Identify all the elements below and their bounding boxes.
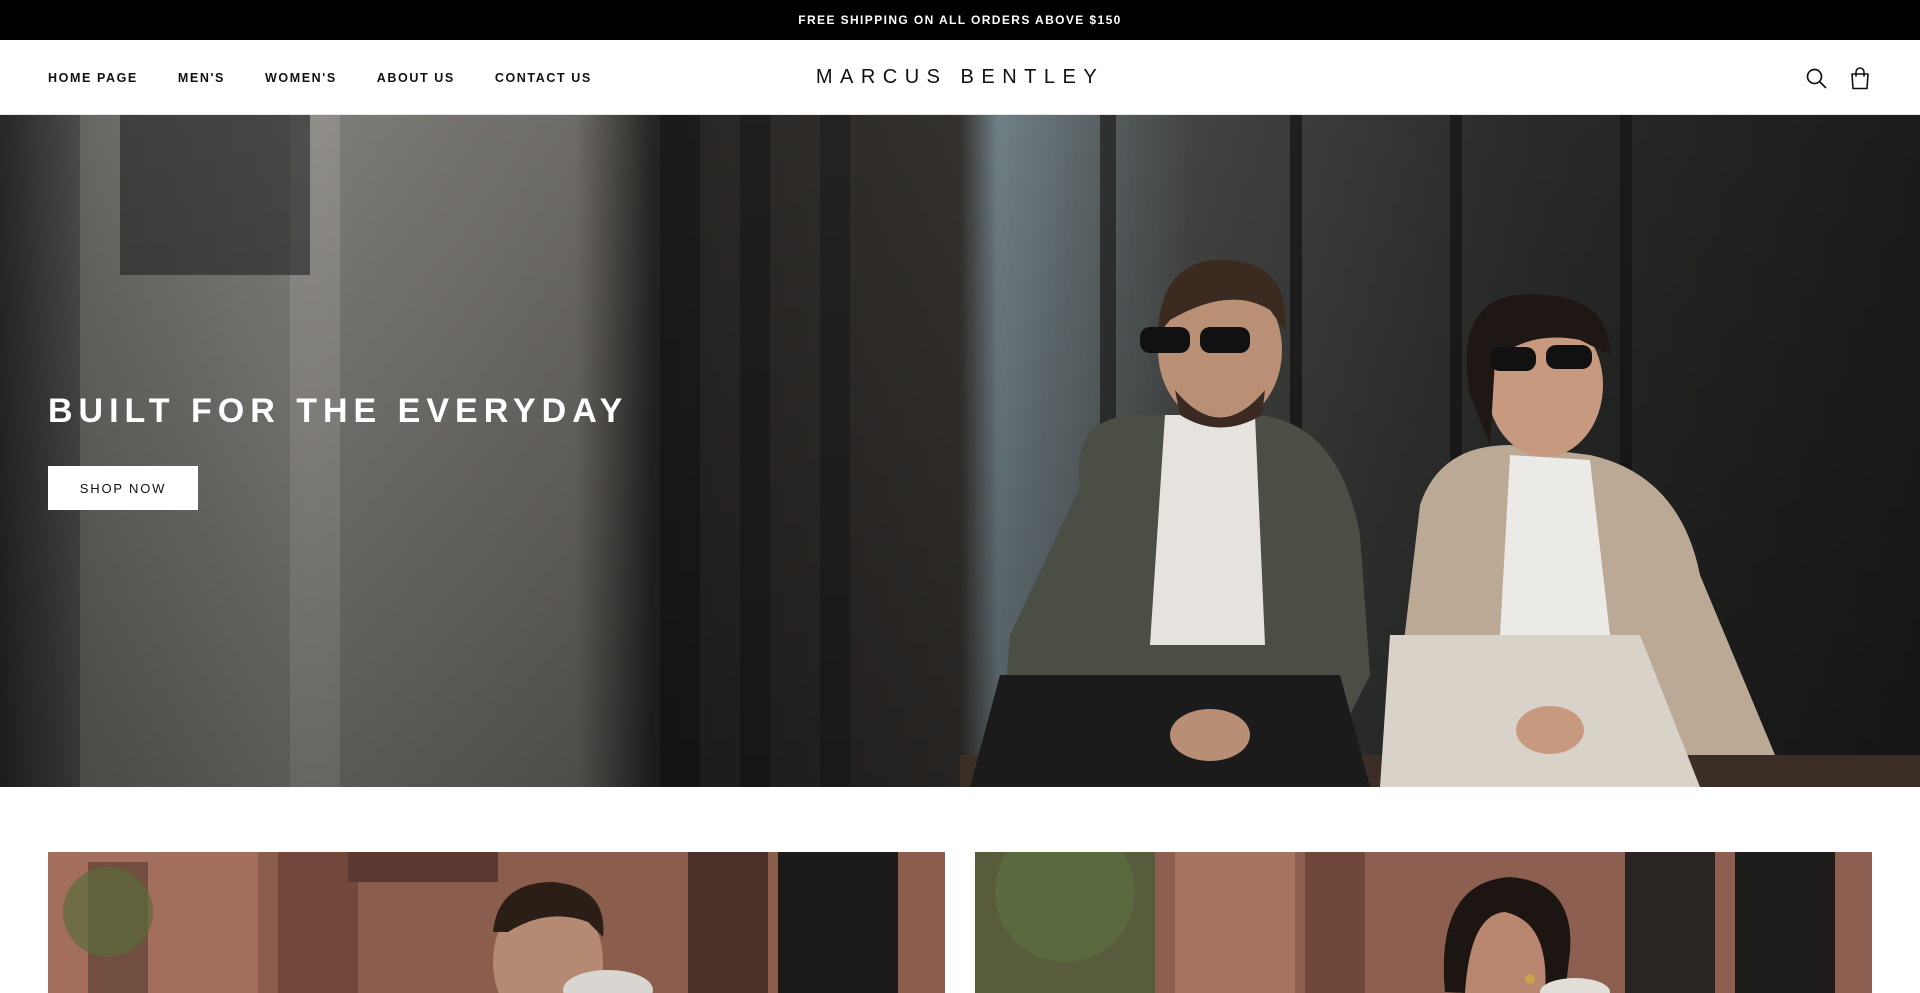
collection-tile-mens[interactable] [48, 852, 945, 993]
bag-icon[interactable] [1848, 66, 1872, 90]
hero-title: BUILT FOR THE EVERYDAY [48, 392, 629, 430]
nav-mens[interactable]: MEN'S [178, 71, 225, 85]
site-header: HOME PAGE MEN'S WOMEN'S ABOUT US CONTACT… [0, 40, 1920, 115]
shop-now-button[interactable]: SHOP NOW [48, 466, 198, 510]
collection-image-mens [48, 852, 945, 993]
hero-banner: BUILT FOR THE EVERYDAY SHOP NOW [0, 115, 1920, 787]
collection-tile-womens[interactable] [975, 852, 1872, 993]
nav-home-page[interactable]: HOME PAGE [48, 71, 138, 85]
header-actions [1804, 40, 1872, 115]
collection-image-womens [975, 852, 1872, 993]
nav-about-us[interactable]: ABOUT US [377, 71, 455, 85]
announcement-bar: FREE SHIPPING ON ALL ORDERS ABOVE $150 [0, 0, 1920, 40]
announcement-text: FREE SHIPPING ON ALL ORDERS ABOVE $150 [798, 13, 1122, 27]
nav-contact-us[interactable]: CONTACT US [495, 71, 592, 85]
nav-womens[interactable]: WOMEN'S [265, 71, 337, 85]
search-icon[interactable] [1804, 66, 1828, 90]
hero-image [0, 115, 1920, 787]
main-nav: HOME PAGE MEN'S WOMEN'S ABOUT US CONTACT… [48, 40, 632, 115]
site-logo[interactable]: MARCUS BENTLEY [816, 66, 1104, 89]
